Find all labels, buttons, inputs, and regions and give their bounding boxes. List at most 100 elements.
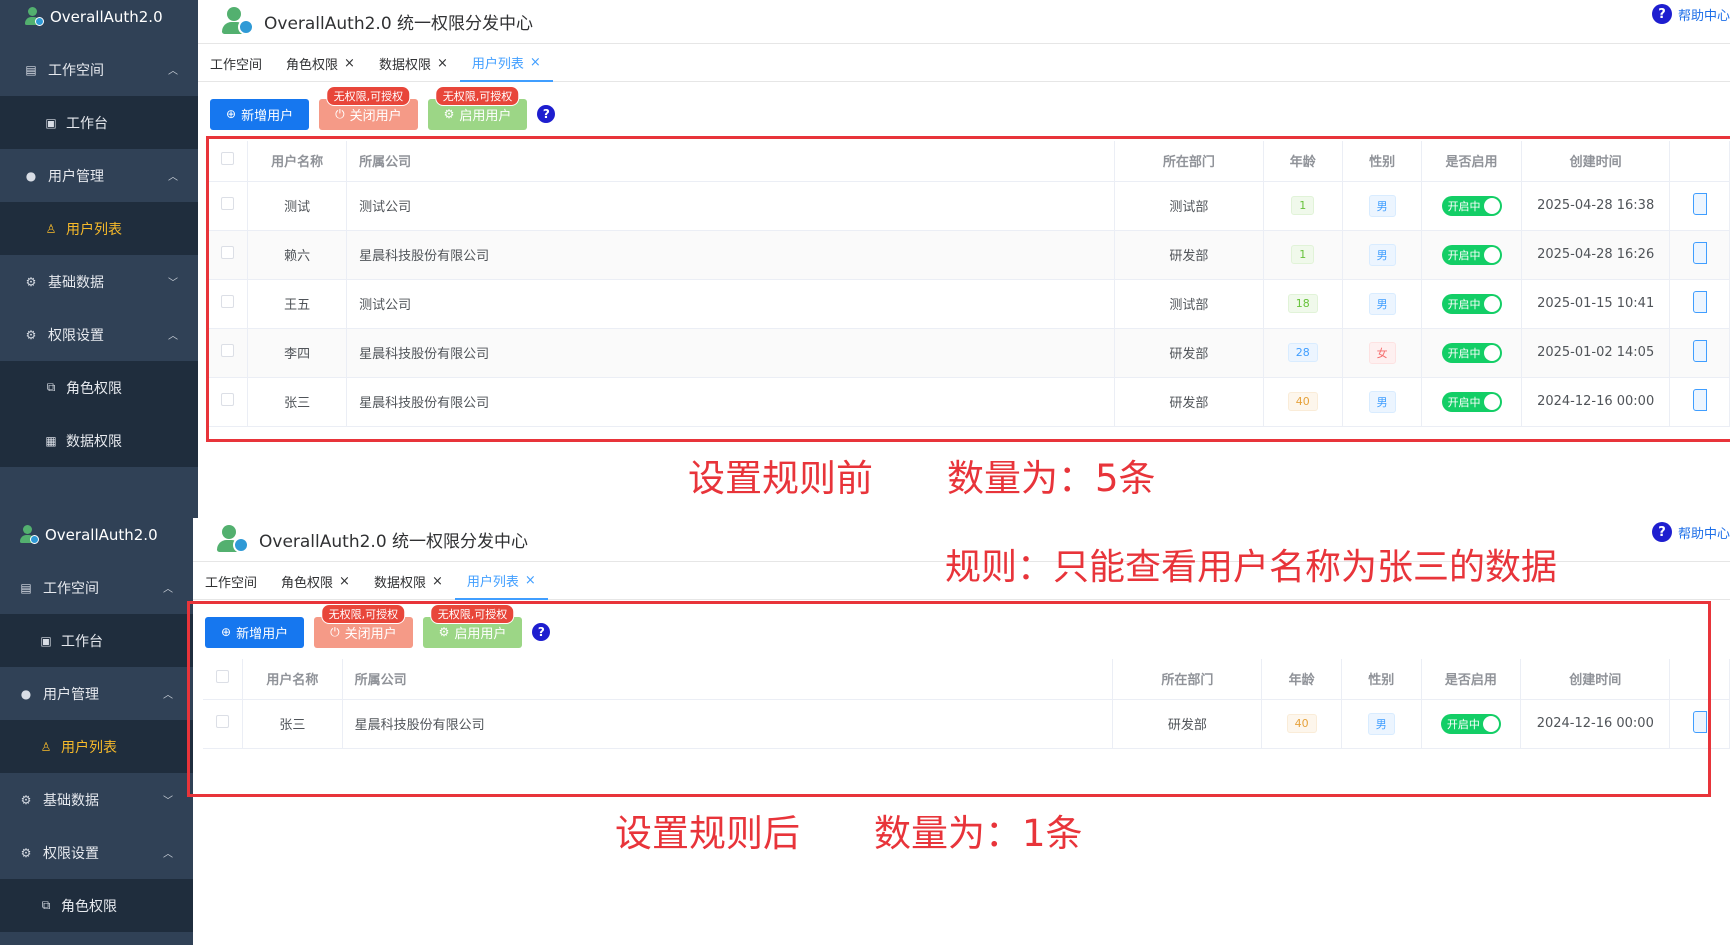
button-label: 关闭用户 xyxy=(349,108,402,124)
app-icon xyxy=(217,523,251,557)
menu-label: 工作空间 xyxy=(43,580,99,597)
app-icon xyxy=(222,5,256,39)
menu-role-permission[interactable]: ⧉ 角色权限 xyxy=(0,361,198,414)
tab-label: 数据权限 xyxy=(373,576,426,591)
menu-label: 基础数据 xyxy=(43,792,99,809)
building-icon: ▤ xyxy=(25,62,37,77)
sidebar: OverallAuth2.0 ▤ 工作空间 ︿ ▣ 工作台 ● 用户管理 ︿ ♙… xyxy=(0,518,193,945)
highlight-box xyxy=(206,136,1730,442)
tab-label: 工作空间 xyxy=(210,58,263,73)
page-title: OverallAuth2.0 统一权限分发中心 xyxy=(259,532,529,552)
enable-user-button[interactable]: 无权限,可授权 ⚙ 启用用户 xyxy=(427,85,528,130)
menu-user-management[interactable]: ● 用户管理 ︿ xyxy=(0,667,193,720)
header: OverallAuth2.0 统一权限分发中心 ? 帮助中心 xyxy=(198,0,1730,44)
menu-workbench[interactable]: ▣ 工作台 xyxy=(0,96,198,149)
close-icon[interactable]: × xyxy=(530,55,541,70)
permission-badge: 无权限,可授权 xyxy=(435,85,520,106)
button-label: 启用用户 xyxy=(459,108,512,124)
close-icon[interactable]: × xyxy=(525,573,536,588)
tab-data-permission[interactable]: 数据权限 × xyxy=(362,564,455,600)
annotation-before: 设置规则前 数量为：5条 xyxy=(688,457,1156,500)
logo-icon xyxy=(19,525,39,545)
menu-label: 权限设置 xyxy=(43,845,99,862)
chevron-down-icon: ﹀ xyxy=(163,796,173,807)
tab-data-permission[interactable]: 数据权限 × xyxy=(367,46,460,82)
tab-user-list[interactable]: 用户列表 × xyxy=(454,564,548,600)
user-outline-icon: ♙ xyxy=(40,739,52,754)
annotation-after: 设置规则后 数量为：1条 xyxy=(615,812,1083,855)
menu-basic-data[interactable]: ⚙ 基础数据 ﹀ xyxy=(0,255,198,308)
tab-user-list[interactable]: 用户列表 × xyxy=(459,46,553,82)
tab-label: 用户列表 xyxy=(471,57,524,72)
dashboard-icon: ▣ xyxy=(45,115,57,130)
menu-user-management[interactable]: ● 用户管理 ︿ xyxy=(0,149,198,202)
menu-workspace[interactable]: ▤ 工作空间 ︿ xyxy=(0,561,193,614)
tab-label: 数据权限 xyxy=(378,58,431,73)
menu-label: 工作空间 xyxy=(48,62,104,79)
help-center-link[interactable]: ? 帮助中心 xyxy=(1651,522,1730,542)
user-icon: ● xyxy=(20,686,32,701)
chevron-down-icon: ﹀ xyxy=(168,278,178,289)
tab-label: 工作空间 xyxy=(205,576,258,591)
chevron-up-icon: ︿ xyxy=(163,690,173,701)
tab-role-permission[interactable]: 角色权限 × xyxy=(274,46,367,82)
menu-label: 角色权限 xyxy=(66,380,122,397)
chevron-up-icon: ︿ xyxy=(168,172,178,183)
question-icon: ? xyxy=(1651,522,1672,542)
logo-icon xyxy=(24,7,44,27)
dashboard-icon: ▣ xyxy=(40,633,52,648)
external-link-icon: ⧉ xyxy=(46,380,56,394)
screenshot-before: OverallAuth2.0 ▤ 工作空间 ︿ ▣ 工作台 ● 用户管理 ︿ ♙… xyxy=(0,0,1730,518)
help-center-link[interactable]: ? 帮助中心 xyxy=(1651,4,1730,24)
menu-label: 数据权限 xyxy=(66,433,122,450)
tab-label: 角色权限 xyxy=(281,576,334,591)
close-icon[interactable]: × xyxy=(344,56,355,71)
tab-workspace[interactable]: 工作空间 xyxy=(198,46,274,82)
building-icon: ▤ xyxy=(20,580,32,595)
permission-badge: 无权限,可授权 xyxy=(326,85,411,106)
gear-icon: ⚙ xyxy=(25,327,37,342)
logo: OverallAuth2.0 xyxy=(0,518,193,552)
app-name: OverallAuth2.0 xyxy=(50,8,163,26)
gear-icon: ⚙ xyxy=(25,274,37,289)
chevron-up-icon: ︿ xyxy=(168,331,178,342)
app-name: OverallAuth2.0 xyxy=(45,526,158,544)
menu-data-permission[interactable]: ▦ 数据权限 xyxy=(0,414,198,467)
add-user-button[interactable]: ⊕ 新增用户 xyxy=(210,98,310,130)
chevron-up-icon: ︿ xyxy=(163,584,173,595)
close-icon[interactable]: × xyxy=(339,574,350,589)
close-icon[interactable]: × xyxy=(437,56,448,71)
power-icon: ⏻ xyxy=(335,106,345,121)
question-icon[interactable]: ? xyxy=(537,105,556,123)
menu-user-list[interactable]: ♙ 用户列表 xyxy=(0,202,198,255)
menu-label: 角色权限 xyxy=(61,898,117,915)
close-user-button[interactable]: 无权限,可授权 ⏻ 关闭用户 xyxy=(319,85,418,130)
plus-circle-icon: ⊕ xyxy=(226,107,237,121)
user-icon: ● xyxy=(25,168,37,183)
menu-label: 工作台 xyxy=(66,115,108,132)
tab-role-permission[interactable]: 角色权限 × xyxy=(269,564,362,600)
chevron-up-icon: ︿ xyxy=(168,66,178,77)
menu-workspace[interactable]: ▤ 工作空间 ︿ xyxy=(0,43,198,96)
menu-role-permission[interactable]: ⧉ 角色权限 xyxy=(0,879,193,932)
menu-label: 工作台 xyxy=(61,633,103,650)
menu-label: 用户列表 xyxy=(66,221,122,238)
menu-label: 用户管理 xyxy=(48,168,104,185)
help-label: 帮助中心 xyxy=(1677,8,1730,24)
gear-icon: ⚙ xyxy=(20,845,32,860)
menu-label: 用户列表 xyxy=(61,739,117,756)
gear-icon: ⚙ xyxy=(20,792,32,807)
menu-user-list[interactable]: ♙ 用户列表 xyxy=(0,720,193,773)
menu-permission-settings[interactable]: ⚙ 权限设置 ︿ xyxy=(0,826,193,879)
button-label: 新增用户 xyxy=(241,108,294,124)
menu-basic-data[interactable]: ⚙ 基础数据 ﹀ xyxy=(0,773,193,826)
tab-label: 角色权限 xyxy=(286,58,339,73)
menu-workbench[interactable]: ▣ 工作台 xyxy=(0,614,193,667)
chevron-up-icon: ︿ xyxy=(163,849,173,860)
screenshot-after: OverallAuth2.0 ▤ 工作空间 ︿ ▣ 工作台 ● 用户管理 ︿ ♙… xyxy=(0,518,1730,945)
close-icon[interactable]: × xyxy=(432,574,443,589)
menu-label: 用户管理 xyxy=(43,686,99,703)
tab-workspace[interactable]: 工作空间 xyxy=(193,564,269,600)
menu-permission-settings[interactable]: ⚙ 权限设置 ︿ xyxy=(0,308,198,361)
gear-icon: ⚙ xyxy=(443,107,455,121)
